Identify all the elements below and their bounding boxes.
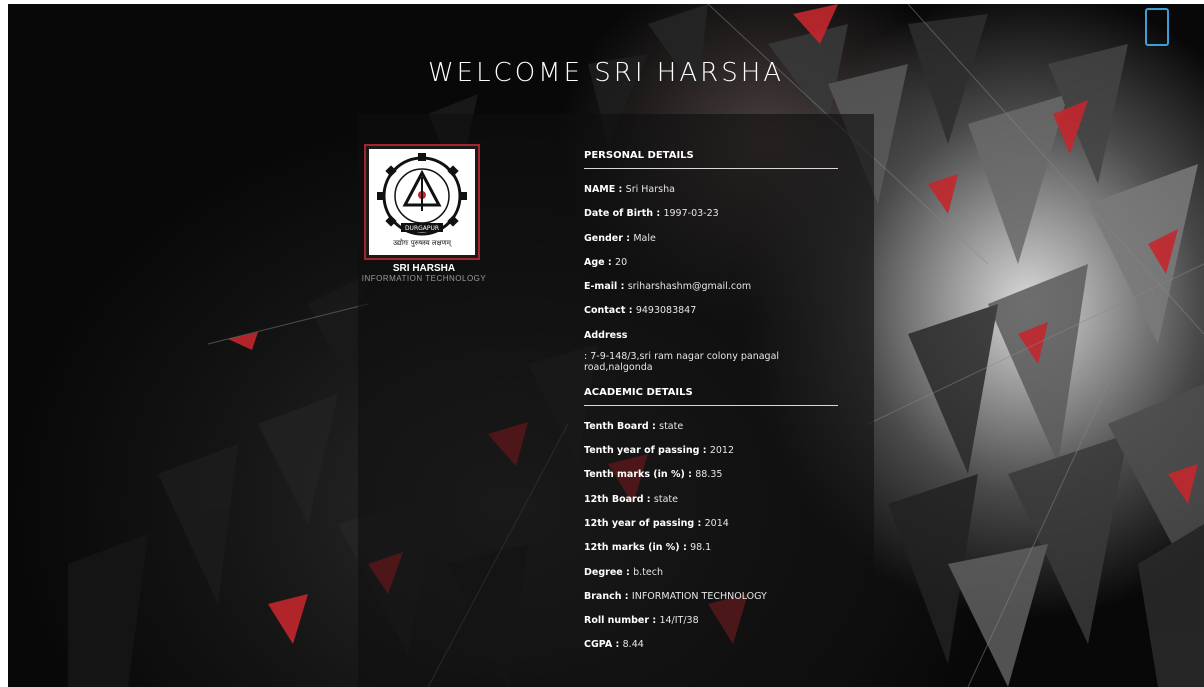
detail-key: CGPA — [584, 639, 613, 651]
detail-key: Branch — [584, 590, 622, 602]
detail-value: 20 — [615, 256, 628, 268]
detail-row-twelfth-board: 12th Board : state — [584, 493, 678, 505]
detail-row-age: Age : 20 — [584, 256, 628, 268]
detail-value: 2014 — [704, 517, 729, 529]
detail-row-twelfth-marks: 12th marks (in %) : 98.1 — [584, 542, 712, 554]
detail-row-tenth-marks: Tenth marks (in %) : 88.35 — [584, 469, 723, 481]
detail-value: 88.35 — [695, 469, 723, 481]
detail-value: Male — [633, 232, 656, 244]
detail-row-twelfth-year: 12th year of passing : 2014 — [584, 517, 729, 529]
detail-key: E-mail — [584, 281, 618, 293]
personal-details-heading: PERSONAL DETAILS — [584, 150, 838, 169]
details-list: PERSONAL DETAILS NAME : Sri Harsha Date … — [584, 150, 840, 663]
detail-key: Roll number — [584, 615, 650, 627]
detail-value: sriharshashm@gmail.com — [627, 281, 752, 293]
detail-key: Tenth Board — [584, 420, 649, 432]
detail-row-email: E-mail : sriharshashm@gmail.com — [584, 281, 752, 293]
academic-details-heading: ACADEMIC DETAILS — [584, 387, 838, 406]
detail-row-dob: Date of Birth : 1997-03-23 — [584, 208, 719, 220]
detail-value: 8.44 — [622, 639, 644, 651]
address-label: Address — [584, 329, 628, 341]
detail-key: NAME — [584, 184, 616, 195]
detail-key: 12th marks (in %) — [584, 542, 680, 554]
detail-value: 9493083847 — [635, 305, 697, 317]
detail-row-contact: Contact : 9493083847 — [584, 305, 697, 317]
logo-banner-text: DURGAPUR — [405, 225, 439, 232]
detail-row-degree: Degree : b.tech — [584, 566, 663, 578]
mobile-device-icon[interactable] — [1145, 8, 1169, 46]
profile-department: INFORMATION TECHNOLOGY — [361, 274, 487, 283]
detail-value: 14/IT/38 — [659, 615, 699, 627]
logo-motto-text: उद्योगः पुरुषस्य लक्षणम् — [393, 238, 452, 247]
detail-row-tenth-year: Tenth year of passing : 2012 — [584, 445, 734, 457]
detail-key: Gender — [584, 232, 623, 244]
detail-key: Tenth marks (in %) — [584, 469, 685, 481]
detail-value: state — [653, 493, 678, 505]
institute-emblem-icon: DURGAPUR उद्योगः पुरुषस्य लक्षणम् — [369, 149, 475, 255]
detail-key: Tenth year of passing — [584, 445, 700, 457]
detail-row-name: NAME : Sri Harsha — [584, 184, 675, 195]
detail-value: Sri Harsha — [625, 184, 675, 195]
detail-key: 12th Board — [584, 493, 644, 505]
detail-key: Degree — [584, 566, 623, 578]
detail-value: 1997-03-23 — [663, 208, 719, 220]
logo-frame: DURGAPUR उद्योगः पुरुषस्य लक्षणम् — [364, 144, 480, 260]
detail-key: Contact — [584, 305, 626, 317]
detail-value: 2012 — [709, 445, 734, 457]
detail-value: 98.1 — [690, 542, 712, 554]
detail-row-tenth-board: Tenth Board : state — [584, 420, 684, 432]
detail-row-roll-number: Roll number : 14/IT/38 — [584, 615, 699, 627]
detail-key: Age — [584, 256, 605, 268]
profile-name: SRI HARSHA — [392, 263, 456, 274]
detail-row-cgpa: CGPA : 8.44 — [584, 639, 644, 651]
detail-value: INFORMATION TECHNOLOGY — [631, 590, 767, 602]
detail-key: Date of Birth — [584, 208, 654, 220]
page-title: WELCOME SRI HARSHA — [427, 58, 785, 88]
detail-row-gender: Gender : Male — [584, 232, 656, 244]
detail-key: 12th year of passing — [584, 517, 695, 529]
detail-value: b.tech — [633, 566, 663, 578]
address-value: : 7-9-148/3,sri ram nagar colony panagal… — [584, 350, 780, 373]
detail-value: state — [659, 420, 684, 432]
profile-card: DURGAPUR उद्योगः पुरुषस्य लक्षणम् SRI HA… — [356, 144, 492, 283]
detail-row-branch: Branch : INFORMATION TECHNOLOGY — [584, 590, 767, 602]
